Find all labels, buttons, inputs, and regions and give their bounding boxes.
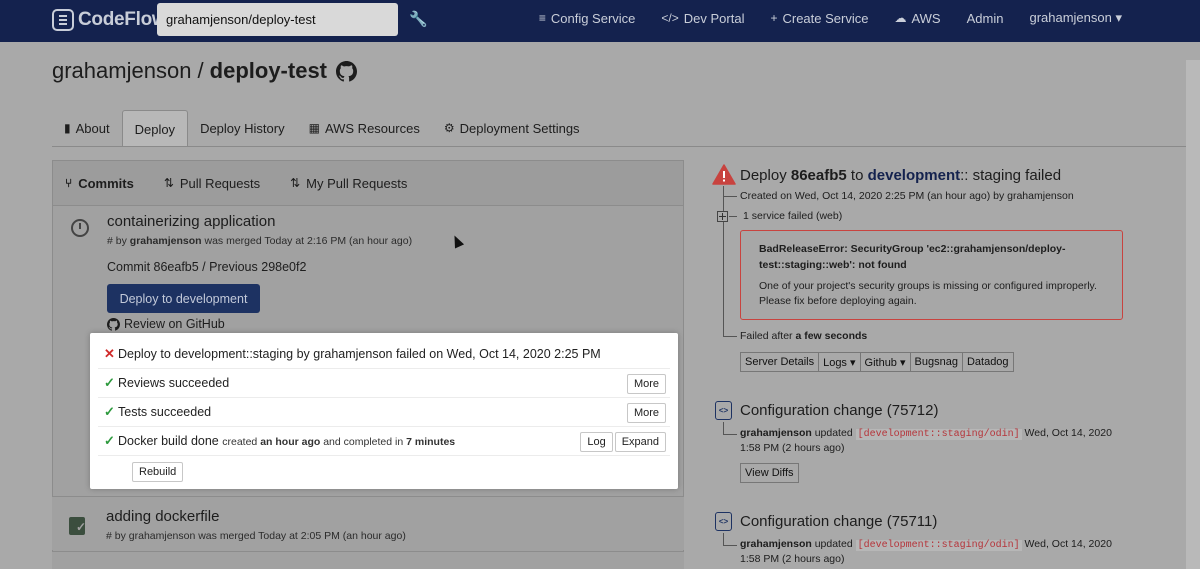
document-check-icon [69, 517, 86, 535]
tree-branch [723, 196, 737, 197]
commit-sha-link[interactable]: 86eafb5 [791, 167, 847, 184]
wrench-icon[interactable]: 🔧 [409, 10, 428, 28]
nav-links: ≡ Config Service </> Dev Portal + Create Se… [513, 0, 1122, 36]
codeflow-logo[interactable]: CodeFlow [52, 8, 167, 32]
plus-icon: + [770, 11, 778, 25]
tree-branch [723, 336, 737, 337]
nav-dev-portal[interactable]: </> Dev Portal [661, 11, 744, 26]
nav-aws[interactable]: ☁ AWS [894, 11, 940, 26]
git-commit-icon: ⑂ [65, 176, 73, 190]
config-change-time: 1:58 PM (2 hours ago) [740, 442, 845, 454]
created-info: Created on Wed, Oct 14, 2020 2:25 PM (an… [740, 190, 1074, 202]
subtab-pull-requests[interactable]: ⇅ Pull Requests [164, 176, 260, 191]
nav-config-service[interactable]: ≡ Config Service [539, 11, 636, 26]
error-message-box: BadReleaseError: SecurityGroup 'ec2::gra… [740, 230, 1123, 320]
config-change-title: Configuration change (75711) [740, 513, 938, 530]
repo-name[interactable]: deploy-test [210, 58, 327, 84]
failed-after: Failed after a few seconds [740, 330, 868, 342]
codeflow-logo-icon [52, 9, 74, 31]
deploy-status-box: ✕ Deploy to development::staging by grah… [90, 333, 678, 489]
commit-subtabs: ⑂ Commits ⇅ Pull Requests ⇅ My Pull Request… [53, 161, 683, 206]
subtab-commits[interactable]: ⑂ Commits [65, 176, 134, 191]
tabs-divider [52, 146, 1200, 147]
status-row-docker: ✓ Docker build done created an hour ago … [98, 427, 670, 456]
deploy-to-development-button[interactable]: Deploy to development [107, 284, 260, 313]
repo-owner[interactable]: grahamjenson / [52, 58, 204, 84]
commit-item [52, 551, 684, 569]
commit-sha-line: Commit 86eafb5 / Previous 298e0f2 [107, 260, 307, 274]
tab-about[interactable]: ▮ About [52, 110, 122, 146]
bookmark-icon: ▮ [64, 121, 71, 135]
status-row-deploy-failed: ✕ Deploy to development::staging by grah… [98, 340, 670, 369]
datadog-button[interactable]: Datadog [961, 352, 1014, 372]
commit-meta: # by grahamjenson was merged Today at 2:… [107, 235, 413, 247]
repo-tabs: ▮ About Deploy Deploy History ▦ AWS Resour… [52, 110, 592, 147]
list-icon: ≡ [538, 11, 546, 25]
check-icon: ✓ [104, 404, 115, 419]
table-icon: ▦ [308, 121, 320, 135]
config-change-title: Configuration change (75712) [740, 402, 939, 419]
subtab-my-pull-requests[interactable]: ⇅ My Pull Requests [290, 176, 407, 191]
review-on-github-link[interactable]: Review on GitHub [107, 317, 225, 331]
status-row-tests: ✓ Tests succeeded More [98, 398, 670, 427]
tree-branch [723, 434, 737, 435]
code-file-icon: <> [715, 512, 732, 531]
github-icon [107, 317, 120, 331]
code-file-icon: <> [715, 401, 732, 420]
status-row-reviews: ✓ Reviews succeeded More [98, 369, 670, 398]
nav-create-service[interactable]: + Create Service [770, 11, 868, 26]
tree-branch [729, 216, 737, 217]
expand-tree-icon[interactable] [717, 211, 728, 222]
tree-line [723, 186, 724, 336]
commit-meta: # by grahamjenson was merged Today at 2:… [106, 530, 406, 542]
config-change-info: grahamjenson updated [development::stagi… [740, 538, 1112, 551]
rebuild-button[interactable]: Rebuild [132, 462, 184, 482]
deploy-result-title: Deploy 86eafb5 to development:: staging … [740, 167, 1062, 184]
tab-deploy-history[interactable]: Deploy History [188, 110, 297, 146]
clock-icon [71, 219, 89, 237]
tab-aws-resources[interactable]: ▦ AWS Resources [297, 110, 432, 146]
check-icon: ✓ [104, 375, 115, 390]
github-dropdown-button[interactable]: Github ▾ [859, 352, 911, 372]
server-details-button[interactable]: Server Details [740, 352, 820, 372]
tab-deployment-settings[interactable]: ⚙ Deployment Settings [432, 110, 592, 146]
config-change-time: 1:58 PM (2 hours ago) [740, 553, 845, 565]
deploy-actions: Server Details Logs ▾ Github ▾ Bugsnag D… [740, 352, 1014, 372]
docker-expand-button[interactable]: Expand [614, 432, 666, 452]
window-edge [1186, 60, 1200, 569]
commit-title: containerizing application [107, 213, 276, 230]
cloud-icon: ☁ [894, 11, 907, 25]
view-diffs-button[interactable]: View Diffs [740, 463, 799, 483]
environment-link[interactable]: development [868, 167, 961, 184]
services-failed: 1 service failed (web) [743, 210, 843, 222]
x-icon: ✕ [104, 346, 115, 361]
warning-icon [712, 164, 736, 185]
reviews-more-button[interactable]: More [626, 374, 666, 394]
config-change-info: grahamjenson updated [development::stagi… [740, 427, 1112, 440]
code-icon: </> [661, 11, 679, 25]
page-title: grahamjenson / deploy-test [52, 58, 358, 84]
bugsnag-button[interactable]: Bugsnag [909, 352, 963, 372]
github-icon[interactable] [336, 60, 358, 82]
error-title: BadReleaseError: SecurityGroup 'ec2::gra… [759, 243, 1066, 271]
tests-more-button[interactable]: More [626, 403, 666, 423]
nav-user-menu[interactable]: grahamjenson ▾ [1029, 10, 1122, 26]
commit-item: adding dockerfile # by grahamjenson was … [52, 496, 684, 550]
gear-icon: ⚙ [443, 121, 455, 135]
top-navbar: CodeFlow 🔧 ≡Config Service </>Dev Portal… [0, 0, 1200, 42]
logs-dropdown-button[interactable]: Logs ▾ [818, 352, 861, 372]
tab-deploy[interactable]: Deploy [121, 110, 189, 147]
commit-title: adding dockerfile [106, 508, 220, 525]
check-icon: ✓ [104, 433, 115, 448]
error-body: One of your project's security groups is… [759, 280, 1097, 307]
tree-branch [723, 545, 737, 546]
docker-log-button[interactable]: Log [580, 432, 613, 452]
pull-request-icon: ⇅ [290, 176, 301, 190]
repo-search-input[interactable] [157, 3, 398, 36]
nav-admin[interactable]: Admin [967, 11, 1004, 26]
pull-request-icon: ⇅ [163, 176, 174, 190]
